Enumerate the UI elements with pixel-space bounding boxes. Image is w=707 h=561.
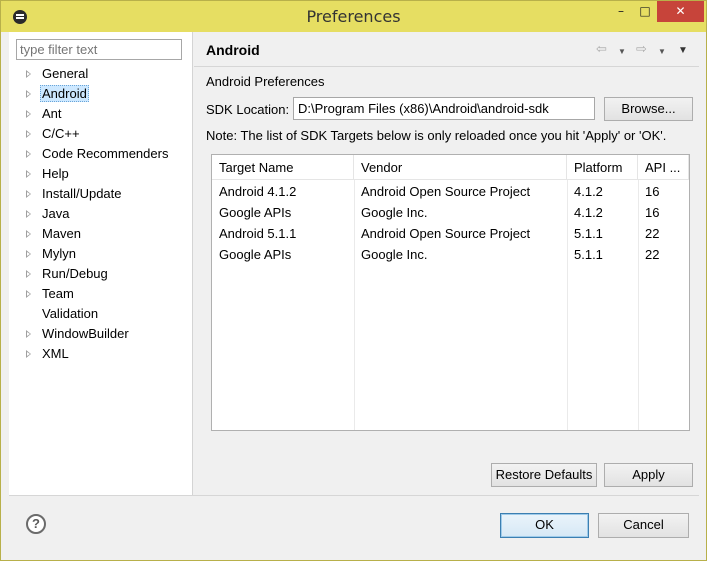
expand-arrow-icon[interactable]	[26, 150, 31, 158]
expand-arrow-icon[interactable]	[26, 270, 31, 278]
sdk-targets-table[interactable]: Target Name Vendor Platform API ... Andr…	[211, 154, 690, 431]
table-cell: 16	[645, 205, 660, 220]
tree-item-general[interactable]: General	[9, 64, 193, 84]
expand-arrow-icon[interactable]	[26, 290, 31, 298]
table-cell: Google APIs	[219, 205, 292, 220]
table-cell: Android 5.1.1	[219, 226, 297, 241]
expand-arrow-icon[interactable]	[26, 190, 31, 198]
tree-item-label: Run/Debug	[42, 266, 108, 281]
cancel-button[interactable]: Cancel	[598, 513, 689, 538]
expand-arrow-icon[interactable]	[26, 70, 31, 78]
tree-item-android[interactable]: Android	[9, 84, 193, 104]
restore-defaults-button[interactable]: Restore Defaults	[491, 463, 597, 487]
table-row[interactable]: Android 4.1.2 Android Open Source Project…	[212, 181, 689, 202]
tree-item-ant[interactable]: Ant	[9, 104, 193, 124]
maximize-button[interactable]: □	[633, 1, 657, 22]
table-header: Target Name Vendor Platform API ...	[212, 155, 689, 180]
page-title: Android	[206, 42, 260, 58]
table-row[interactable]: Google APIs Google Inc. 4.1.2 16	[212, 202, 689, 223]
table-cell: 16	[645, 184, 660, 199]
table-row[interactable]: Google APIs Google Inc. 5.1.1 22	[212, 244, 689, 265]
tree-item-label: Code Recommenders	[42, 146, 169, 161]
ok-button[interactable]: OK	[500, 513, 589, 538]
tree-item-maven[interactable]: Maven	[9, 224, 193, 244]
table-cell: 4.1.2	[574, 205, 603, 220]
tree-item-java[interactable]: Java	[9, 204, 193, 224]
table-cell: 4.1.2	[574, 184, 603, 199]
expand-arrow-icon[interactable]	[26, 330, 31, 338]
sdk-note: Note: The list of SDK Targets below is o…	[206, 128, 667, 143]
tree-item-label: Validation	[42, 306, 99, 321]
window-title: Preferences	[306, 7, 401, 26]
sdk-location-field[interactable]: D:\Program Files (x86)\Android\android-s…	[293, 97, 595, 120]
back-dropdown-icon[interactable]: ▼	[618, 45, 626, 61]
tree-item-install-update[interactable]: Install/Update	[9, 184, 193, 204]
sdk-location-label: SDK Location:	[206, 102, 290, 117]
tree-item-help[interactable]: Help	[9, 164, 193, 184]
footer-divider	[9, 495, 699, 496]
expand-arrow-icon[interactable]	[26, 230, 31, 238]
tree-item-mylyn[interactable]: Mylyn	[9, 244, 193, 264]
page-content: Android Preferences SDK Location: D:\Pro…	[194, 67, 699, 495]
view-menu-icon[interactable]: ▼	[678, 44, 688, 60]
table-cell: 5.1.1	[574, 226, 603, 241]
table-row[interactable]: Android 5.1.1 Android Open Source Project…	[212, 223, 689, 244]
minimize-button[interactable]: –	[609, 1, 633, 22]
forward-dropdown-icon[interactable]: ▼	[658, 45, 666, 61]
tree-item-label: C/C++	[42, 126, 80, 141]
tree-item-windowbuilder[interactable]: WindowBuilder	[9, 324, 193, 344]
table-cell: Google Inc.	[361, 205, 428, 220]
tree-item-label: Mylyn	[42, 246, 76, 261]
tree-item-label: Help	[42, 166, 69, 181]
table-cell: Google Inc.	[361, 247, 428, 262]
tree-item-validation[interactable]: Validation	[9, 304, 193, 324]
column-header-api[interactable]: API ...	[638, 155, 689, 180]
tree-item-xml[interactable]: XML	[9, 344, 193, 364]
back-arrow-icon[interactable]: ⇦	[596, 42, 607, 58]
table-cell: Google APIs	[219, 247, 292, 262]
tree-item-team[interactable]: Team	[9, 284, 193, 304]
tree-item-c-c[interactable]: C/C++	[9, 124, 193, 144]
expand-arrow-icon[interactable]	[26, 90, 31, 98]
apply-button[interactable]: Apply	[604, 463, 693, 487]
tree-item-label: WindowBuilder	[42, 326, 129, 341]
expand-arrow-icon[interactable]	[26, 170, 31, 178]
expand-arrow-icon[interactable]	[26, 130, 31, 138]
preferences-window: Preferences – □ ✕ General Android Ant C/C++…	[0, 0, 707, 561]
table-cell: 22	[645, 247, 660, 262]
tree-item-code-recommenders[interactable]: Code Recommenders	[9, 144, 193, 164]
table-cell: Android 4.1.2	[219, 184, 297, 199]
tree-item-label: Team	[42, 286, 74, 301]
close-button[interactable]: ✕	[657, 1, 704, 22]
column-header-platform[interactable]: Platform	[567, 155, 638, 180]
tree-item-label: Install/Update	[42, 186, 122, 201]
table-cell: Android Open Source Project	[361, 184, 531, 199]
section-label: Android Preferences	[206, 74, 325, 89]
table-cell: Android Open Source Project	[361, 226, 531, 241]
tree-item-label: Java	[42, 206, 70, 221]
tree-item-run-debug[interactable]: Run/Debug	[9, 264, 193, 284]
column-header-vendor[interactable]: Vendor	[354, 155, 567, 180]
expand-arrow-icon[interactable]	[26, 350, 31, 358]
preference-page: Android ⇦ ▼ ⇨ ▼ ▼ Android Preferences SD…	[194, 32, 699, 495]
preference-tree-pane: General Android Ant C/C++ Code Recommenders H…	[9, 32, 193, 495]
table-cell: 22	[645, 226, 660, 241]
tree-item-label: General	[42, 66, 89, 81]
page-header: Android ⇦ ▼ ⇨ ▼ ▼	[194, 32, 699, 66]
column-header-target-name[interactable]: Target Name	[212, 155, 354, 180]
expand-arrow-icon[interactable]	[26, 110, 31, 118]
tree-item-label: XML	[42, 346, 69, 361]
filter-input[interactable]	[16, 39, 182, 60]
tree-item-label: Ant	[42, 106, 62, 121]
tree-item-label: Android	[40, 85, 89, 102]
expand-arrow-icon[interactable]	[26, 210, 31, 218]
help-icon[interactable]: ?	[26, 514, 46, 534]
title-bar[interactable]: Preferences – □ ✕	[1, 1, 706, 32]
tree-item-label: Maven	[42, 226, 82, 241]
forward-arrow-icon[interactable]: ⇨	[636, 42, 647, 58]
expand-arrow-icon[interactable]	[26, 250, 31, 258]
browse-button[interactable]: Browse...	[604, 97, 693, 121]
table-cell: 5.1.1	[574, 247, 603, 262]
